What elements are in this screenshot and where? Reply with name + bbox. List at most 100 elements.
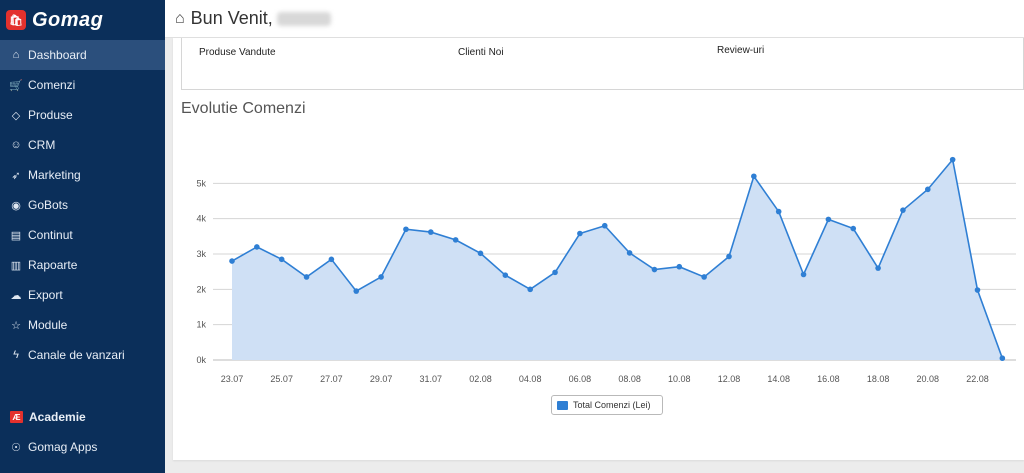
sidebar-item-label: Produse: [28, 108, 73, 122]
chart-legend[interactable]: Total Comenzi (Lei): [551, 395, 663, 415]
data-point: [353, 288, 360, 294]
academie-icon: Æ: [10, 411, 23, 423]
sidebar-item-gobots[interactable]: ◉ GoBots: [0, 190, 165, 220]
sidebar: 🛍 Gomag ⌂ Dashboard 🛒 Comenzi ◇ Produse ☺ CRM ➶ M…: [0, 0, 165, 473]
data-point: [626, 250, 633, 256]
dashboard-panel: Produse Vandute Clienti Noi Review-uri E…: [173, 38, 1024, 460]
data-point: [577, 230, 583, 237]
area-fill: [232, 159, 1003, 360]
data-point: [601, 222, 608, 229]
sidebar-item-gomag-apps[interactable]: ☉ Gomag Apps: [0, 432, 165, 462]
sidebar-item-marketing[interactable]: ➶ Marketing: [0, 160, 165, 190]
data-point: [701, 274, 707, 280]
sidebar-item-comenzi[interactable]: 🛒 Comenzi: [0, 70, 165, 100]
data-point: [452, 237, 459, 243]
data-point: [527, 286, 533, 293]
data-point: [999, 355, 1006, 362]
sidebar-item-label: Module: [28, 318, 68, 332]
legend-label: Total Comenzi (Lei): [573, 400, 651, 410]
y-tick-label: 4k: [196, 214, 206, 224]
sidebar-item-dashboard[interactable]: ⌂ Dashboard: [0, 40, 165, 70]
users-icon: ☺: [10, 139, 22, 151]
data-point: [825, 216, 832, 223]
tag-icon: ◇: [11, 109, 21, 122]
data-point: [900, 207, 906, 213]
data-point: [850, 225, 857, 232]
logo-icon: 🛍: [6, 10, 26, 30]
home-icon[interactable]: ⌂: [175, 10, 185, 28]
cloud-icon: ☁: [10, 289, 22, 302]
y-tick-label: 1k: [196, 320, 206, 330]
app-logo[interactable]: 🛍 Gomag: [0, 0, 165, 40]
data-point: [552, 269, 558, 276]
sidebar-item-label: Rapoarte: [28, 258, 78, 272]
x-tick-label: 27.07: [320, 374, 343, 384]
data-point: [949, 156, 956, 163]
cart-icon: 🛒: [9, 79, 23, 92]
sidebar-item-rapoarte[interactable]: ▥ Rapoarte: [0, 250, 165, 280]
x-tick-label: 31.07: [420, 374, 443, 384]
data-point: [775, 208, 782, 215]
sidebar-item-label: Canale de vanzari: [28, 348, 125, 362]
x-tick-label: 02.08: [469, 374, 492, 384]
data-point: [974, 287, 981, 293]
x-tick-label: 23.07: [221, 374, 244, 384]
sidebar-item-academie[interactable]: Æ Academie: [0, 402, 165, 432]
data-point: [303, 274, 310, 280]
sidebar-item-canale-de-vanzari[interactable]: ϟ Canale de vanzari: [0, 340, 165, 370]
x-tick-label: 20.08: [917, 374, 940, 384]
apps-icon: ☉: [11, 441, 21, 454]
data-point: [403, 226, 409, 233]
sidebar-item-module[interactable]: ☆ Module: [0, 310, 165, 340]
data-point: [651, 266, 658, 273]
content-icon: ▤: [10, 229, 22, 242]
y-tick-label: 0k: [196, 355, 206, 365]
orders-chart: 0k 1k 2k 3k 4k 5k 23.07 25.07 27.07 29.07 31.07 02.…: [196, 156, 1016, 384]
star-icon: ☆: [11, 319, 21, 332]
rocket-icon: ➶: [11, 169, 21, 182]
chart-icon: ▥: [10, 259, 22, 272]
x-tick-label: 10.08: [668, 374, 691, 384]
sidebar-item-label: CRM: [28, 138, 56, 152]
data-point: [925, 186, 931, 193]
data-point: [229, 258, 235, 264]
x-tick-label: 29.07: [370, 374, 393, 384]
sidebar-item-label: Gomag Apps: [28, 440, 98, 454]
data-point: [477, 250, 484, 257]
data-point: [428, 229, 434, 235]
data-point: [254, 244, 260, 250]
sidebar-item-label: GoBots: [28, 198, 69, 212]
y-tick-label: 3k: [196, 249, 206, 259]
app-name: Gomag: [32, 8, 104, 31]
sidebar-item-crm[interactable]: ☺ CRM: [0, 130, 165, 160]
data-point: [726, 253, 732, 260]
home-icon: ⌂: [12, 49, 20, 61]
x-tick-label: 12.08: [718, 374, 741, 384]
sidebar-item-label: Export: [28, 288, 63, 302]
x-tick-label: 06.08: [569, 374, 592, 384]
sidebar-item-label: Continut: [28, 228, 73, 242]
data-point: [378, 274, 384, 280]
top-header: ⌂ Bun Venit,: [165, 0, 1024, 38]
x-tick-label: 04.08: [519, 374, 542, 384]
sidebar-item-label: Comenzi: [28, 78, 76, 92]
legend-swatch: [557, 400, 568, 410]
x-tick-label: 25.07: [270, 374, 293, 384]
data-point: [875, 265, 881, 271]
blurred-username: [276, 11, 331, 26]
sidebar-item-label: Academie: [29, 410, 86, 424]
sidebar-item-label: Dashboard: [28, 48, 87, 62]
x-tick-label: 16.08: [817, 374, 840, 384]
x-tick-label: 08.08: [618, 374, 641, 384]
sidebar-item-export[interactable]: ☁ Export: [0, 280, 165, 310]
y-tick-label: 2k: [196, 284, 206, 294]
y-tick-label: 5k: [196, 178, 206, 188]
welcome-text: Bun Venit,: [190, 8, 273, 28]
data-point: [502, 272, 509, 278]
sidebar-item-label: Marketing: [28, 168, 81, 182]
data-point: [328, 256, 335, 263]
sidebar-item-produse[interactable]: ◇ Produse: [0, 100, 165, 130]
x-tick-label: 14.08: [767, 374, 790, 384]
sidebar-item-continut[interactable]: ▤ Continut: [0, 220, 165, 250]
data-point: [676, 263, 683, 270]
